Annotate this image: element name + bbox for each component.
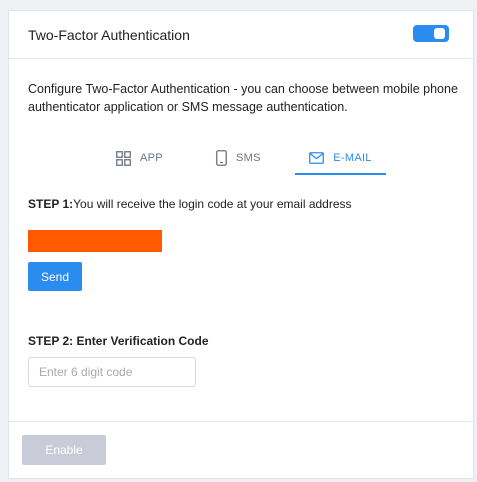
tab-app-label: APP [140,152,163,164]
send-button[interactable]: Send [28,262,82,291]
tab-sms[interactable]: SMS [216,141,261,175]
card-title: Two-Factor Authentication [28,27,190,43]
step1-text: You will receive the login code at your … [73,197,352,211]
enable-button[interactable]: Enable [22,435,106,465]
active-tab-indicator [295,173,386,175]
step2-label: STEP 2: Enter Verification Code [28,334,209,348]
verification-code-input[interactable] [28,357,196,387]
mail-icon [309,152,325,164]
tab-sms-label: SMS [236,152,261,164]
footer-divider [9,421,473,422]
tab-email[interactable]: E-MAIL [295,141,386,175]
method-tabs: APP SMS E-MAIL [9,141,473,175]
step1-prefix: STEP 1: [28,197,74,211]
two-factor-card: Two-Factor Authentication Configure Two-… [8,10,474,479]
card-header: Two-Factor Authentication [9,11,473,59]
grid-icon [116,150,131,166]
redacted-email [28,230,162,252]
tab-email-label: E-MAIL [333,152,372,164]
step1-instruction: STEP 1:You will receive the login code a… [28,197,352,211]
description-text: Configure Two-Factor Authentication - yo… [28,82,458,114]
two-factor-toggle[interactable] [413,25,449,42]
tab-app[interactable]: APP [116,141,163,175]
phone-icon [216,150,227,166]
toggle-knob [434,28,445,39]
